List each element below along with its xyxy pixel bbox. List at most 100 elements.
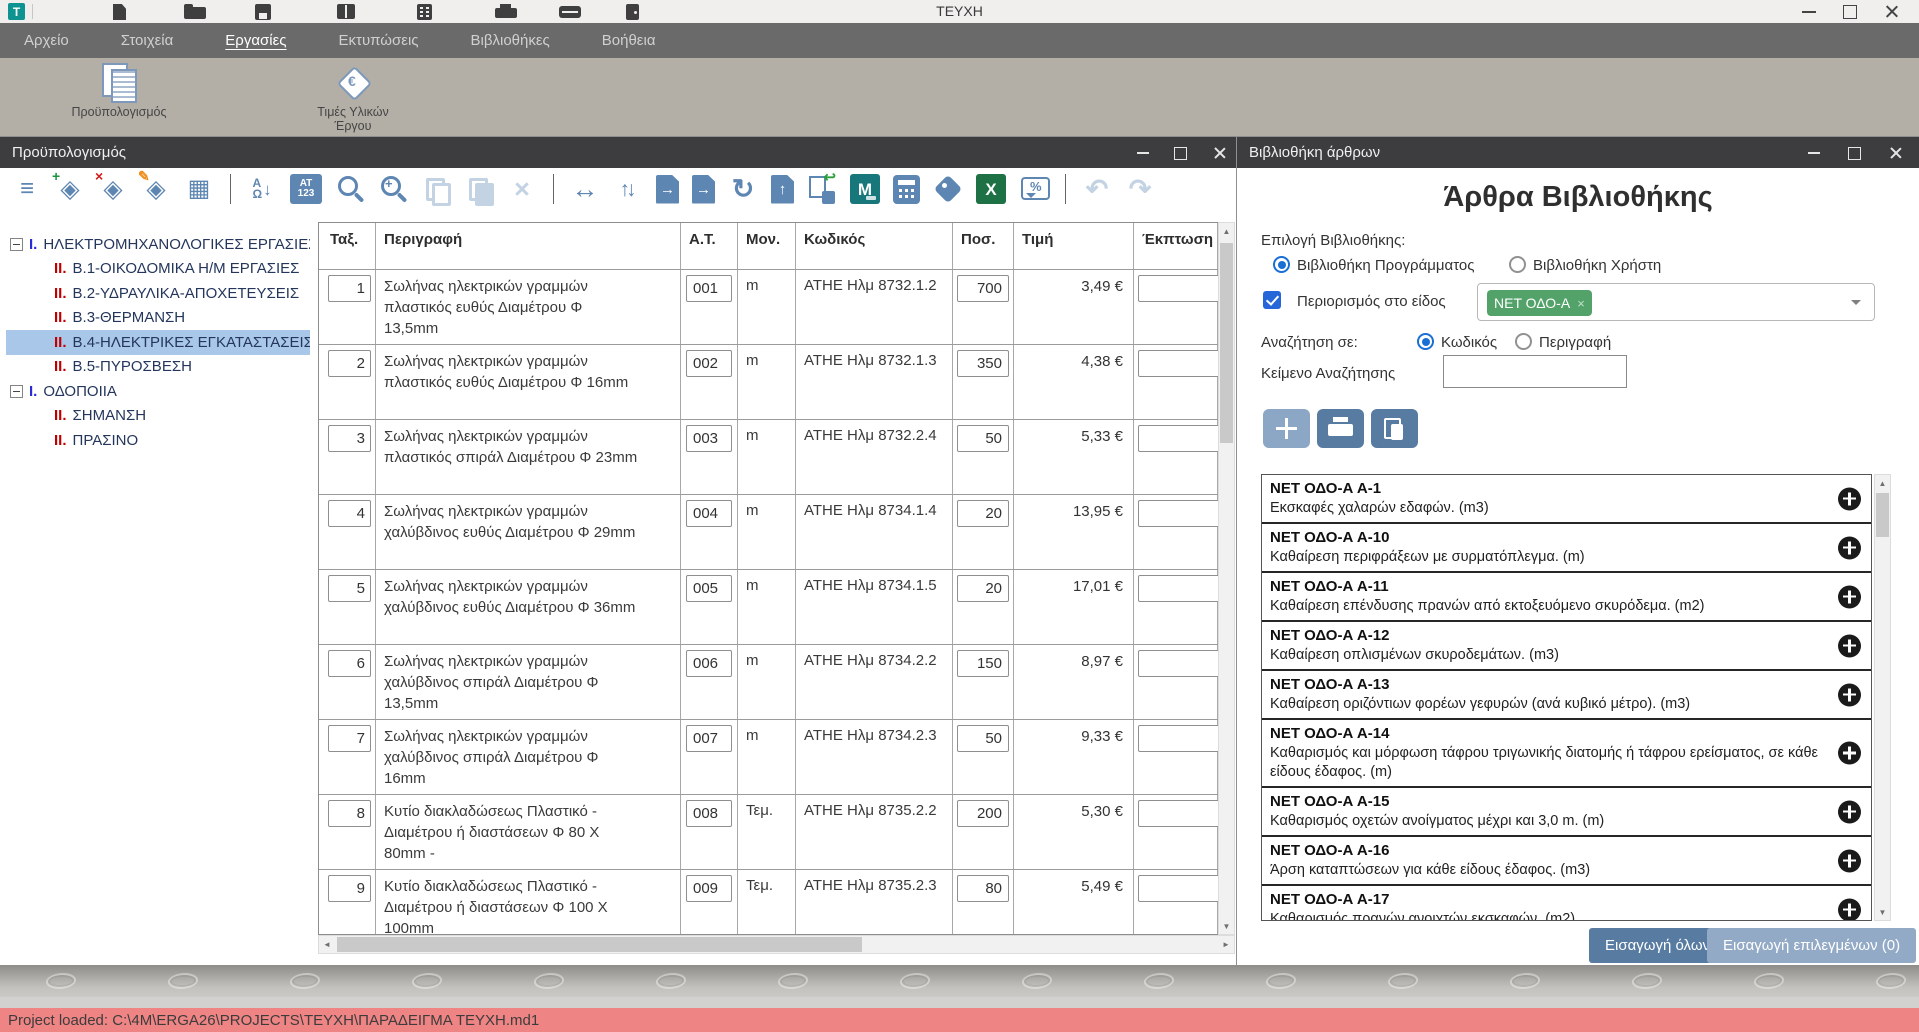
radio-user-library[interactable] bbox=[1509, 256, 1526, 273]
search-text-input[interactable] bbox=[1443, 355, 1627, 388]
collapse-icon[interactable] bbox=[10, 385, 23, 398]
library-minimize-button[interactable] bbox=[1806, 145, 1822, 161]
scroll-down-icon[interactable] bbox=[1875, 904, 1890, 920]
add-article-icon[interactable] bbox=[1838, 683, 1861, 706]
cell-description[interactable]: Κυτίο διακλαδώσεως Πλαστικό - Διαμέτρου … bbox=[376, 870, 681, 935]
menu-item[interactable]: Αρχείο bbox=[10, 23, 83, 58]
cell-unit[interactable]: m bbox=[738, 495, 796, 569]
add-article-icon[interactable] bbox=[1838, 585, 1861, 608]
at-box[interactable]: 007 bbox=[686, 725, 732, 752]
cell-code[interactable]: ΑΤΗΕ Ηλμ 8734.1.5 bbox=[796, 570, 953, 644]
radio-search-code[interactable] bbox=[1417, 333, 1434, 350]
cell-unit[interactable]: m bbox=[738, 645, 796, 719]
table-row[interactable]: 9 Κυτίο διακλαδώσεως Πλαστικό - Διαμέτρο… bbox=[319, 870, 1218, 935]
article-list-item[interactable]: ΝΕΤ ΟΔΟ-Α Α-1 Εκσκαφές χαλαρών εδαφών. (… bbox=[1262, 475, 1871, 524]
tree-item[interactable]: II. Β.2-ΥΔΡΑΥΛΙΚΑ-ΑΠΟΧΕΤΕΥΣΕΙΣ bbox=[6, 281, 310, 306]
cell-description[interactable]: Σωλήνας ηλεκτρικών γραμμών πλαστικός ευθ… bbox=[376, 270, 681, 344]
menu-item[interactable]: Εκτυπώσεις bbox=[325, 23, 433, 58]
cell-unit[interactable]: m bbox=[738, 720, 796, 794]
add-article-button[interactable] bbox=[1263, 409, 1310, 448]
index-box[interactable]: 7 bbox=[328, 725, 371, 752]
export-doc-icon[interactable]: → bbox=[656, 175, 679, 204]
excel-icon[interactable]: X bbox=[976, 174, 1006, 204]
materials-m-icon[interactable]: M bbox=[850, 174, 880, 204]
index-box[interactable]: 6 bbox=[328, 650, 371, 677]
maximize-button[interactable] bbox=[1838, 1, 1862, 21]
budget-window-titlebar[interactable]: Προϋπολογισμός bbox=[0, 137, 1237, 168]
index-box[interactable]: 5 bbox=[328, 575, 371, 602]
copy-save-icon[interactable]: ↩ bbox=[807, 174, 837, 204]
import-doc-icon[interactable]: → bbox=[692, 175, 715, 204]
article-list-item[interactable]: ΝΕΤ ΟΔΟ-Α Α-10 Καθαίρεση περιφράξεων με … bbox=[1262, 524, 1871, 573]
at-numbering-icon[interactable]: AT123 bbox=[290, 174, 322, 204]
chevron-down-icon[interactable] bbox=[1851, 300, 1861, 310]
quantity-box[interactable]: 80 bbox=[957, 875, 1009, 902]
menu-item[interactable]: Εργασίες bbox=[211, 23, 300, 58]
cell-description[interactable]: Σωλήνας ηλεκτρικών γραμμών χαλύβδινος σπ… bbox=[376, 720, 681, 794]
index-box[interactable]: 1 bbox=[328, 275, 371, 302]
library-maximize-button[interactable] bbox=[1846, 145, 1862, 161]
refresh-icon[interactable]: ↻ bbox=[728, 174, 758, 204]
collapse-icon[interactable] bbox=[10, 238, 23, 251]
article-list-item[interactable]: ΝΕΤ ΟΔΟ-Α Α-11 Καθαίρεση επένδυσης πρανώ… bbox=[1262, 573, 1871, 622]
index-box[interactable]: 8 bbox=[328, 800, 371, 827]
quantity-box[interactable]: 200 bbox=[957, 800, 1009, 827]
at-box[interactable]: 005 bbox=[686, 575, 732, 602]
at-box[interactable]: 008 bbox=[686, 800, 732, 827]
cell-code[interactable]: ΑΤΗΕ Ηλμ 8732.1.2 bbox=[796, 270, 953, 344]
table-row[interactable]: 3 Σωλήνας ηλεκτρικών γραμμών πλαστικός σ… bbox=[319, 420, 1218, 495]
article-list-item[interactable]: ΝΕΤ ΟΔΟ-Α Α-14 Καθαρισμός και μόρφωση τά… bbox=[1262, 720, 1871, 788]
copy-icon[interactable] bbox=[421, 174, 451, 204]
redo-icon[interactable]: ↷ bbox=[1125, 174, 1155, 204]
cell-description[interactable]: Σωλήνας ηλεκτρικών γραμμών χαλύβδινος ευ… bbox=[376, 570, 681, 644]
scroll-left-icon[interactable] bbox=[319, 936, 335, 953]
clear-icon[interactable]: × bbox=[507, 174, 537, 204]
index-box[interactable]: 3 bbox=[328, 425, 371, 452]
tree-item[interactable]: II. ΠΡΑΣΙΝΟ bbox=[6, 428, 310, 453]
ribbon-materials-button[interactable]: Τιμές Υλικών Έργου bbox=[298, 62, 408, 134]
tree-item[interactable]: II. Β.4-ΗΛΕΚΤΡΙΚΕΣ ΕΓΚΑΤΑΣΤΑΣΕΙΣ bbox=[6, 330, 310, 355]
cell-unit[interactable]: m bbox=[738, 570, 796, 644]
cell-code[interactable]: ΑΤΗΕ Ηλμ 8732.1.3 bbox=[796, 345, 953, 419]
cell-price[interactable]: 17,01 € bbox=[1014, 570, 1134, 644]
tree-item[interactable]: II. Β.5-ΠΥΡΟΣΒΕΣΗ bbox=[6, 355, 310, 380]
fit-width-icon[interactable]: ↔ bbox=[570, 174, 600, 204]
article-list-item[interactable]: ΝΕΤ ΟΔΟ-Α Α-12 Καθαίρεση οπλισμένων σκυρ… bbox=[1262, 622, 1871, 671]
minimize-button[interactable] bbox=[1797, 1, 1821, 21]
cell-price[interactable]: 5,49 € bbox=[1014, 870, 1134, 935]
cell-description[interactable]: Κυτίο διακλαδώσεως Πλαστικό - Διαμέτρου … bbox=[376, 795, 681, 869]
cell-description[interactable]: Σωλήνας ηλεκτρικών γραμμών χαλύβδινος ευ… bbox=[376, 495, 681, 569]
quantity-box[interactable]: 50 bbox=[957, 425, 1009, 452]
table-horizontal-scrollbar[interactable] bbox=[318, 935, 1235, 954]
delete-item-icon[interactable]: ◈× bbox=[98, 174, 128, 204]
article-list-item[interactable]: ΝΕΤ ΟΔΟ-Α Α-17 Καθαρισμός πρανών ανοιχτώ… bbox=[1262, 886, 1871, 921]
copy-button[interactable] bbox=[1371, 409, 1418, 448]
insert-selected-button[interactable]: Εισαγωγή επιλεγμένων (0) bbox=[1707, 928, 1916, 963]
index-box[interactable]: 2 bbox=[328, 350, 371, 377]
cell-code[interactable]: ΑΤΗΕ Ηλμ 8732.2.4 bbox=[796, 420, 953, 494]
filter-checkbox[interactable] bbox=[1263, 291, 1281, 309]
at-box[interactable]: 001 bbox=[686, 275, 732, 302]
cell-unit[interactable]: Τεμ. bbox=[738, 870, 796, 935]
cell-code[interactable]: ΑΤΗΕ Ηλμ 8734.2.3 bbox=[796, 720, 953, 794]
cell-code[interactable]: ΑΤΗΕ Ηλμ 8734.2.2 bbox=[796, 645, 953, 719]
radio-program-library-label[interactable]: Βιβλιοθήκη Προγράμματος bbox=[1297, 257, 1475, 274]
category-dropdown[interactable]: ΝΕΤ ΟΔΟ-Α × bbox=[1477, 283, 1875, 321]
insert-all-button[interactable]: Εισαγωγή όλων bbox=[1589, 928, 1726, 963]
cell-unit[interactable]: Τεμ. bbox=[738, 795, 796, 869]
radio-search-description[interactable] bbox=[1515, 333, 1532, 350]
add-article-icon[interactable] bbox=[1838, 898, 1861, 921]
table-row[interactable]: 7 Σωλήνας ηλεκτρικών γραμμών χαλύβδινος … bbox=[319, 720, 1218, 795]
table-row[interactable]: 8 Κυτίο διακλαδώσεως Πλαστικό - Διαμέτρο… bbox=[319, 795, 1218, 870]
at-box[interactable]: 003 bbox=[686, 425, 732, 452]
quantity-box[interactable]: 50 bbox=[957, 725, 1009, 752]
discount-input[interactable] bbox=[1138, 500, 1218, 527]
add-article-icon[interactable] bbox=[1838, 742, 1861, 765]
quantity-box[interactable]: 350 bbox=[957, 350, 1009, 377]
add-item-icon[interactable]: ◈+ bbox=[55, 174, 85, 204]
quantity-box[interactable]: 150 bbox=[957, 650, 1009, 677]
calc-sheet-icon[interactable]: ▦ bbox=[184, 174, 214, 204]
radio-search-description-label[interactable]: Περιγραφή bbox=[1539, 334, 1611, 351]
cell-code[interactable]: ΑΤΗΕ Ηλμ 8735.2.2 bbox=[796, 795, 953, 869]
tree-item[interactable]: I. ΗΛΕΚΤΡΟΜΗΧΑΝΟΛΟΓΙΚΕΣ ΕΡΓΑΣΙΕΣ bbox=[6, 232, 310, 257]
